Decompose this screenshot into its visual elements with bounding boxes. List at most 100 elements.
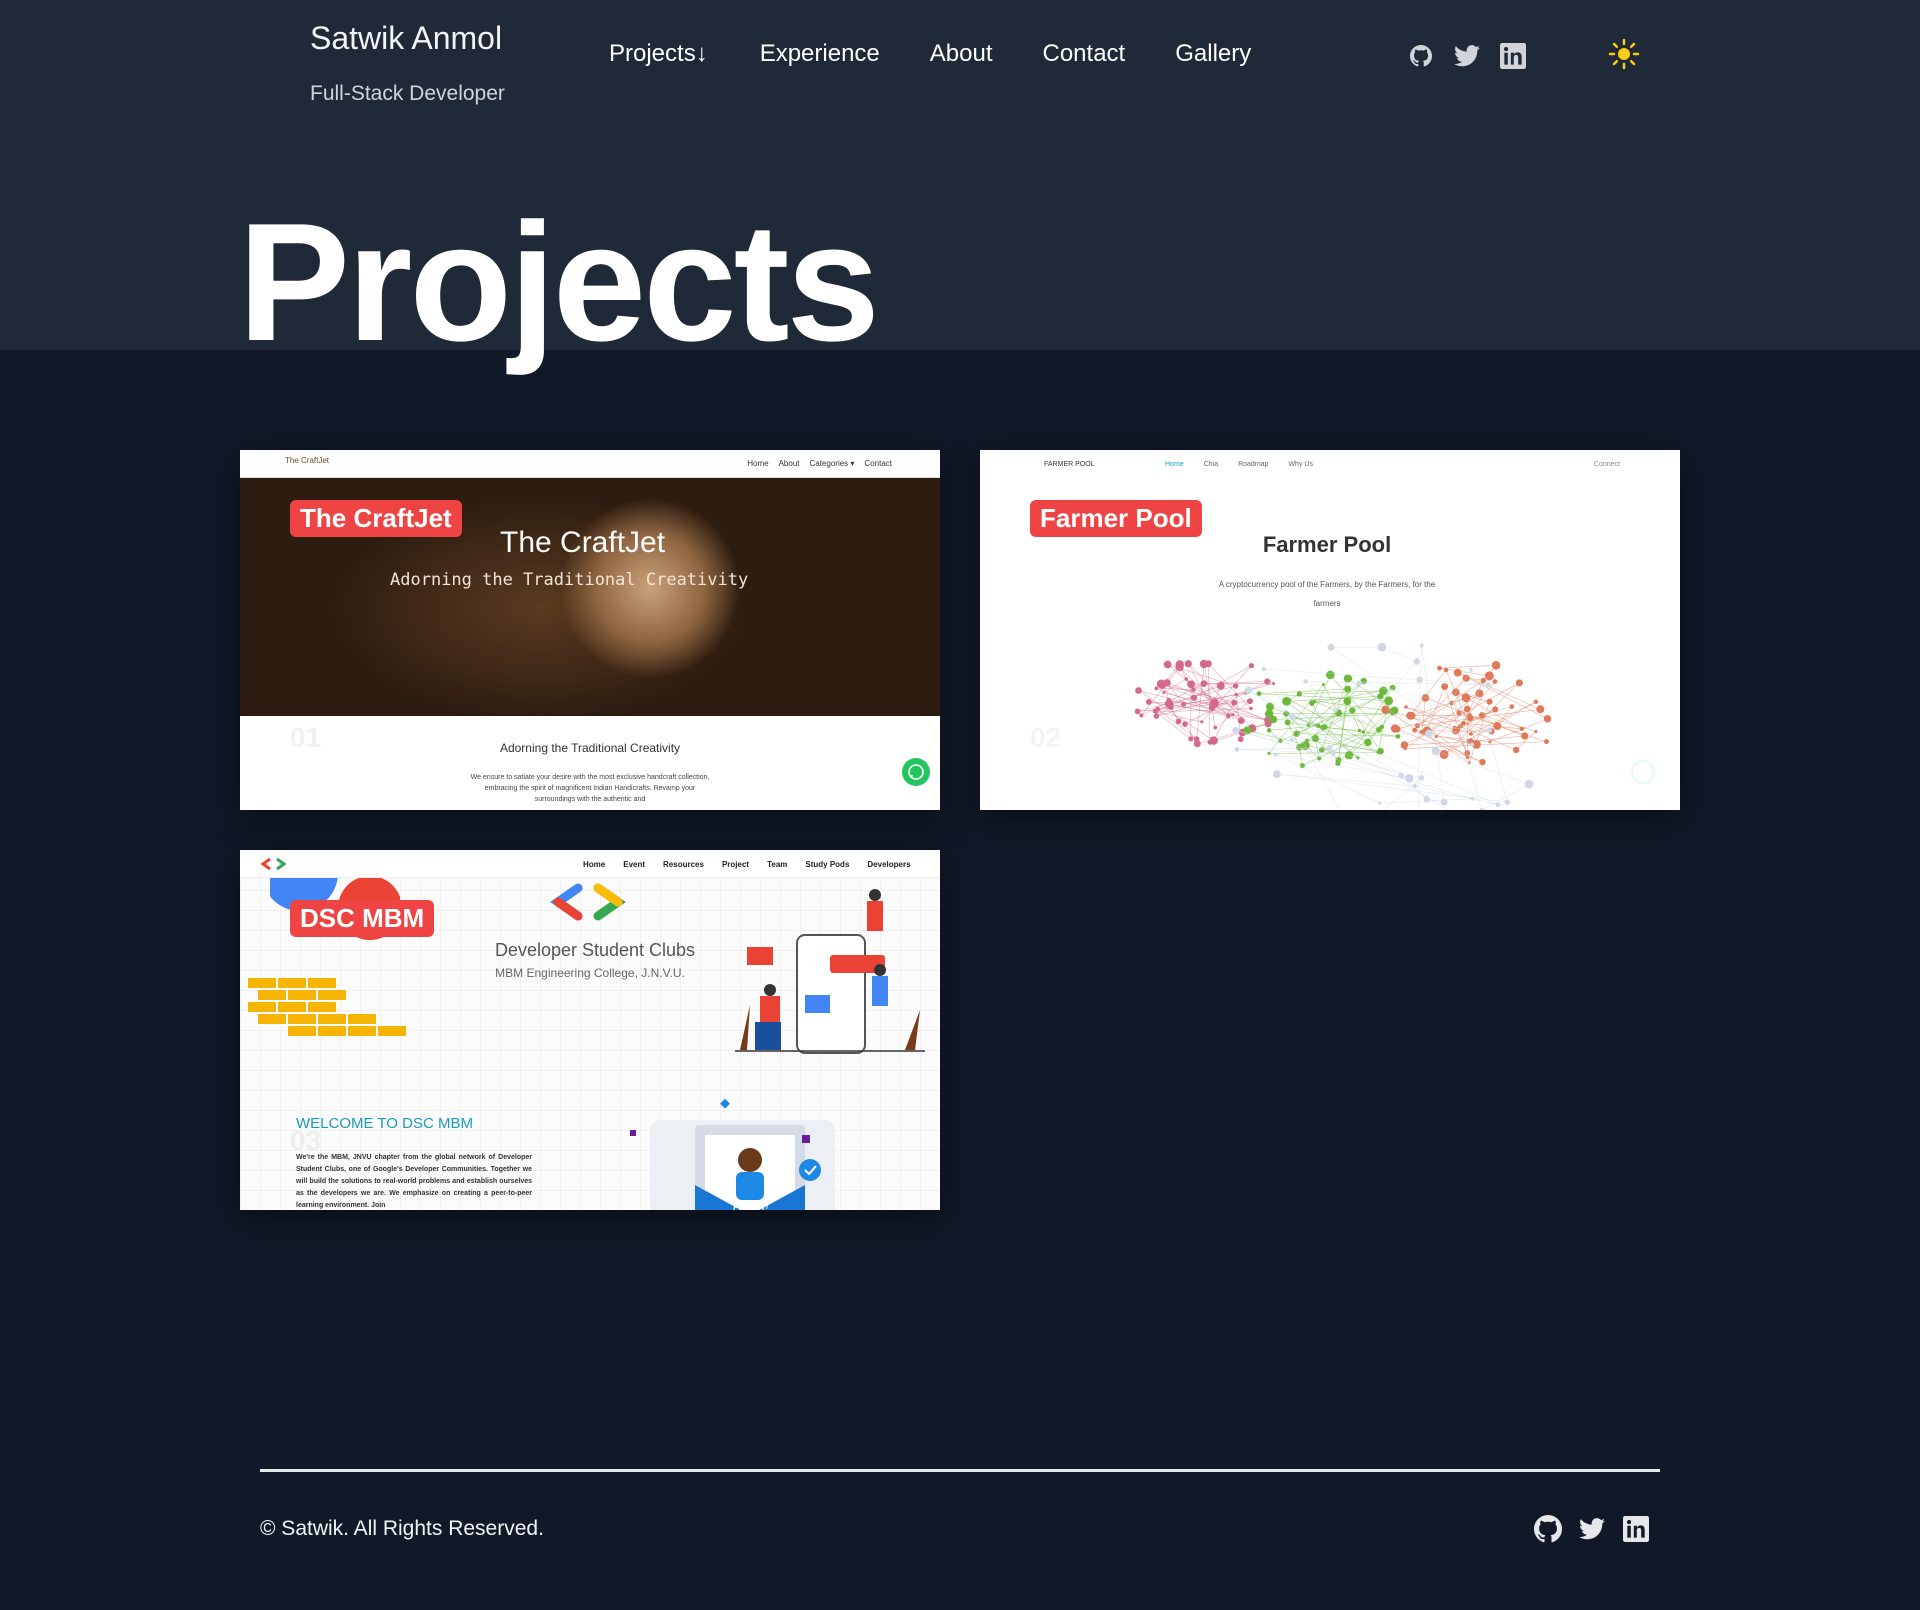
network-edge (1286, 695, 1381, 702)
network-edge (1383, 777, 1422, 810)
network-node (1398, 772, 1404, 779)
screenshot-hero-title: The CraftJet (500, 526, 666, 559)
dsc-logo-icon (260, 857, 287, 871)
twitter-icon[interactable] (1453, 42, 1481, 70)
network-node (1463, 705, 1471, 713)
network-node (1480, 677, 1486, 684)
network-node (1418, 775, 1425, 781)
network-node (1343, 674, 1352, 683)
whatsapp-icon (902, 758, 930, 786)
brick (348, 1026, 376, 1036)
network-node (1162, 690, 1166, 694)
network-node (1343, 697, 1352, 706)
github-icon[interactable] (1407, 42, 1435, 70)
network-node (1495, 802, 1501, 808)
brand-name[interactable]: Satwik Anmol (310, 20, 502, 57)
brick (288, 1026, 316, 1036)
screenshot-nav-link: Home (583, 860, 606, 869)
project-card-dsc-mbm[interactable]: Home Event Resources Project Team Study … (240, 850, 940, 1210)
header-socials (1407, 42, 1527, 70)
network-edge (1296, 733, 1398, 737)
network-node (1413, 658, 1420, 665)
twitter-icon[interactable] (1578, 1515, 1606, 1543)
network-node (1327, 643, 1335, 651)
network-node (1320, 724, 1327, 731)
network-node (1487, 727, 1493, 733)
network-node (1216, 681, 1225, 690)
network-node (1492, 706, 1499, 713)
network-node (1135, 687, 1142, 694)
network-node (1470, 796, 1475, 801)
network-node (1317, 756, 1322, 761)
network-node (1289, 713, 1296, 721)
brick (288, 990, 316, 1000)
nav-about[interactable]: About (930, 40, 993, 68)
network-node (1453, 668, 1462, 677)
nav-projects[interactable]: Projects↓ (609, 40, 708, 68)
network-node (1493, 721, 1502, 730)
footer-socials (1534, 1515, 1650, 1543)
screenshot-nav-link: Study Pods (805, 860, 850, 869)
network-node (1145, 699, 1152, 706)
brick (318, 990, 346, 1000)
linkedin-icon[interactable] (1499, 42, 1527, 70)
network-node (1492, 679, 1498, 684)
network-node (1484, 671, 1494, 681)
network-node (1303, 679, 1308, 684)
network-node (1296, 691, 1303, 697)
network-node (1246, 698, 1253, 705)
network-node (1405, 774, 1414, 783)
github-icon[interactable] (1534, 1515, 1562, 1543)
network-edge (1455, 692, 1490, 703)
screenshot-hero-subtitle: Adorning the Traditional Creativity (390, 570, 749, 590)
hello-text: Hello! (731, 1201, 769, 1210)
nav-contact[interactable]: Contact (1043, 40, 1126, 68)
network-node (1400, 741, 1409, 749)
network-node (1312, 699, 1317, 703)
network-edge (1409, 669, 1447, 716)
network-edge (1213, 702, 1235, 741)
network-node (1163, 660, 1172, 669)
network-node (1521, 732, 1529, 740)
network-node (1237, 736, 1244, 743)
sun-icon[interactable] (1608, 38, 1640, 70)
network-node (1440, 798, 1448, 806)
linkedin-icon[interactable] (1622, 1515, 1650, 1543)
project-card-farmer-pool[interactable]: FARMER POOL Home Chia Roadmap Why Us Con… (980, 450, 1680, 810)
footer-divider (260, 1469, 1660, 1472)
network-node (1533, 699, 1539, 705)
network-node (1534, 729, 1538, 734)
network-node (1412, 783, 1417, 789)
network-node (1524, 779, 1534, 789)
network-node (1134, 708, 1141, 715)
screenshot-nav-link: Resources (663, 860, 704, 869)
network-node (1139, 713, 1144, 718)
network-node (1153, 713, 1160, 719)
screenshot-section-title: Adorning the Traditional Creativity (499, 741, 681, 755)
brick (308, 978, 336, 988)
network-node (1393, 725, 1401, 733)
footer-copyright: © Satwik. All Rights Reserved. (260, 1517, 544, 1540)
network-edge (1489, 718, 1548, 742)
network-edge (1347, 678, 1395, 711)
network-edge (1179, 666, 1229, 717)
screenshot-nav-link: Developers (867, 860, 911, 869)
screenshot-nav-link: Categories ▾ (809, 459, 855, 468)
brick (348, 1014, 376, 1024)
project-card-craftjet[interactable]: The CraftJet Home About Categories ▾ Con… (240, 450, 940, 810)
nav-gallery[interactable]: Gallery (1175, 40, 1251, 68)
network-node (1244, 686, 1253, 695)
network-node (1416, 676, 1423, 684)
project-badge: DSC MBM (290, 900, 435, 937)
network-node (1349, 707, 1356, 714)
network-node (1364, 738, 1372, 747)
network-node (1326, 670, 1335, 680)
network-edge (1381, 646, 1417, 662)
network-node (1361, 730, 1366, 734)
network-node (1284, 719, 1291, 726)
network-node (1461, 693, 1471, 703)
network-node (1154, 686, 1159, 691)
network-node (1461, 720, 1466, 726)
network-node (1191, 687, 1196, 692)
nav-experience[interactable]: Experience (760, 40, 880, 68)
